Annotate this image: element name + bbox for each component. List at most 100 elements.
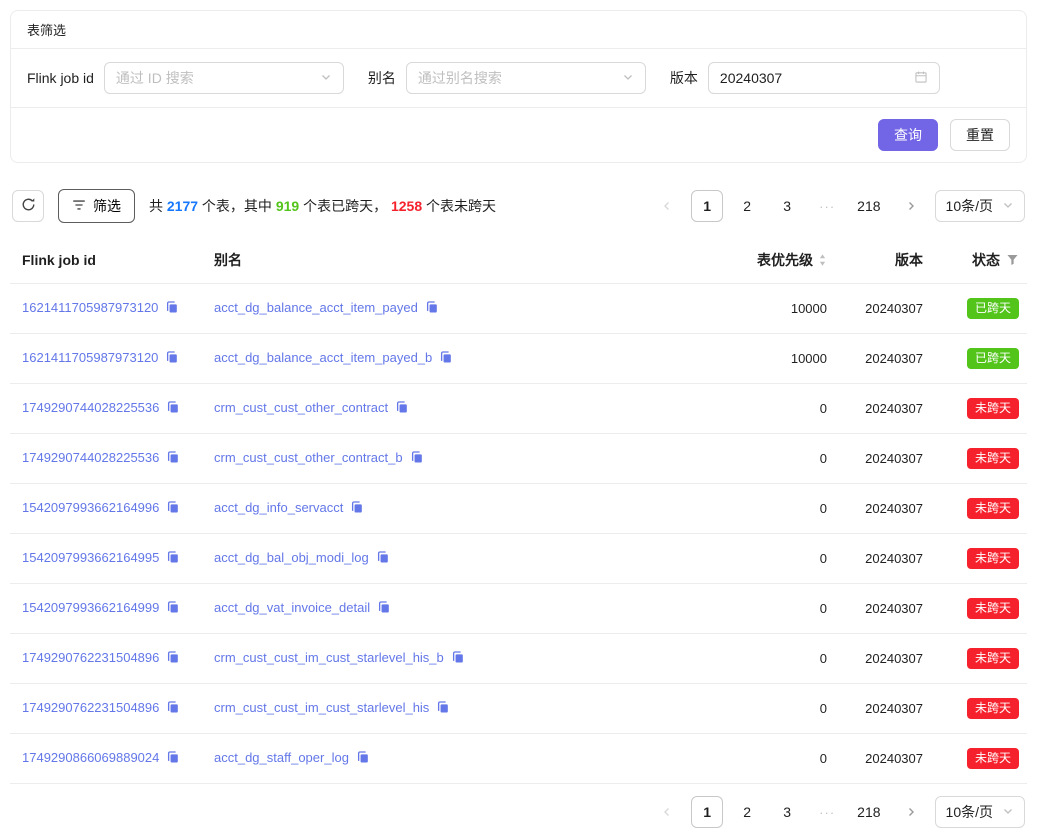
status-badge: 未跨天 — [967, 548, 1019, 569]
page-button-3[interactable]: 3 — [771, 796, 803, 828]
status-badge: 未跨天 — [967, 598, 1019, 619]
summary-text: 个表，其中 — [198, 198, 276, 214]
page-size-select[interactable]: 10条/页 — [935, 796, 1025, 828]
copy-icon[interactable] — [166, 650, 180, 667]
alias-link[interactable]: acct_dg_balance_acct_item_payed_b — [214, 350, 432, 365]
prev-page-button[interactable] — [651, 190, 683, 222]
table-row: 1542097993662164996 acct_dg_info_servacc… — [10, 484, 1027, 534]
alias-link[interactable]: acct_dg_staff_oper_log — [214, 750, 349, 765]
flink-job-id-link[interactable]: 1749290744028225536 — [22, 450, 159, 465]
page-button-2[interactable]: 2 — [731, 190, 763, 222]
copy-icon[interactable] — [356, 750, 370, 767]
search-button[interactable]: 查询 — [878, 119, 938, 151]
alias-link[interactable]: acct_dg_info_servacct — [214, 500, 343, 515]
copy-icon[interactable] — [166, 700, 180, 717]
status-badge: 未跨天 — [967, 698, 1019, 719]
alias-placeholder: 通过别名搜索 — [418, 68, 502, 88]
flink-job-id-link[interactable]: 1749290744028225536 — [22, 400, 159, 415]
copy-icon[interactable] — [395, 400, 409, 417]
page-ellipsis[interactable]: ··· — [811, 190, 843, 222]
alias-link[interactable]: crm_cust_cust_im_cust_starlevel_his — [214, 700, 429, 715]
flink-job-id-link[interactable]: 1621411705987973120 — [22, 300, 158, 315]
table-body: 1621411705987973120 acct_dg_balance_acct… — [10, 284, 1027, 784]
column-header-status[interactable]: 状态 — [931, 237, 1027, 284]
copy-icon[interactable] — [425, 300, 439, 317]
alias-link[interactable]: crm_cust_cust_other_contract_b — [214, 450, 403, 465]
copy-icon[interactable] — [436, 700, 450, 717]
chevron-down-icon — [622, 70, 634, 86]
bottom-pagination-row: 1 2 3 ··· 218 10条/页 — [12, 796, 1025, 828]
pagination-bottom: 1 2 3 ··· 218 10条/页 — [651, 796, 1025, 828]
flink-job-id-link[interactable]: 1749290762231504896 — [22, 700, 159, 715]
copy-icon[interactable] — [451, 650, 465, 667]
next-page-button[interactable] — [895, 796, 927, 828]
page-button-last[interactable]: 218 — [851, 190, 886, 222]
copy-icon[interactable] — [410, 450, 424, 467]
table-row: 1542097993662164995 acct_dg_bal_obj_modi… — [10, 534, 1027, 584]
flink-job-id-link[interactable]: 1621411705987973120 — [22, 350, 158, 365]
page-button-1[interactable]: 1 — [691, 190, 723, 222]
table-row: 1749290744028225536 crm_cust_cust_other_… — [10, 434, 1027, 484]
refresh-button[interactable] — [12, 190, 44, 222]
filter-button[interactable]: 筛选 — [58, 189, 135, 223]
copy-icon[interactable] — [350, 500, 364, 517]
version-value: 20240307 — [835, 734, 931, 784]
filter-card-title: 表筛选 — [11, 11, 1026, 49]
prev-page-button[interactable] — [651, 796, 683, 828]
copy-icon[interactable] — [377, 600, 391, 617]
status-badge: 未跨天 — [967, 448, 1019, 469]
copy-icon[interactable] — [166, 600, 180, 617]
flink-job-id-link[interactable]: 1542097993662164995 — [22, 550, 159, 565]
copy-icon[interactable] — [166, 750, 180, 767]
page-button-2[interactable]: 2 — [731, 796, 763, 828]
page-button-last[interactable]: 218 — [851, 796, 886, 828]
version-value: 20240307 — [835, 534, 931, 584]
status-badge: 已跨天 — [967, 348, 1019, 369]
flink-job-id-link[interactable]: 1749290762231504896 — [22, 650, 159, 665]
alias-label: 别名 — [368, 68, 396, 88]
copy-icon[interactable] — [165, 300, 179, 317]
flink-job-id-link[interactable]: 1749290866069889024 — [22, 750, 159, 765]
priority-value: 10000 — [687, 284, 835, 334]
copy-icon[interactable] — [165, 350, 179, 367]
filter-funnel-icon[interactable] — [1006, 253, 1019, 269]
copy-icon[interactable] — [166, 400, 180, 417]
alias-link[interactable]: crm_cust_cust_im_cust_starlevel_his_b — [214, 650, 444, 665]
page-button-1[interactable]: 1 — [691, 796, 723, 828]
alias-link[interactable]: acct_dg_bal_obj_modi_log — [214, 550, 369, 565]
status-badge: 未跨天 — [967, 498, 1019, 519]
copy-icon[interactable] — [376, 550, 390, 567]
page-size-select[interactable]: 10条/页 — [935, 190, 1025, 222]
priority-value: 0 — [687, 534, 835, 584]
chevron-down-icon — [320, 70, 332, 86]
alias-link[interactable]: acct_dg_vat_invoice_detail — [214, 600, 370, 615]
alias-select[interactable]: 通过别名搜索 — [406, 62, 646, 94]
table-header-row: Flink job id 别名 表优先级 版本 状态 — [10, 237, 1027, 284]
summary-text: 个表已跨天， — [299, 198, 391, 214]
page-button-3[interactable]: 3 — [771, 190, 803, 222]
column-header-version: 版本 — [835, 237, 931, 284]
version-date-value: 20240307 — [720, 70, 782, 86]
flink-job-id-link[interactable]: 1542097993662164996 — [22, 500, 159, 515]
column-header-priority[interactable]: 表优先级 — [687, 237, 835, 284]
summary-text: 共 — [149, 198, 167, 214]
sorter-icon[interactable] — [818, 253, 827, 270]
flink-job-id-link[interactable]: 1542097993662164999 — [22, 600, 159, 615]
version-value: 20240307 — [835, 284, 931, 334]
reset-button[interactable]: 重置 — [950, 119, 1010, 151]
flink-job-id-select[interactable]: 通过 ID 搜索 — [104, 62, 344, 94]
flink-job-id-placeholder: 通过 ID 搜索 — [116, 68, 194, 88]
priority-value: 0 — [687, 584, 835, 634]
copy-icon[interactable] — [166, 500, 180, 517]
copy-icon[interactable] — [166, 450, 180, 467]
copy-icon[interactable] — [439, 350, 453, 367]
version-date-picker[interactable]: 20240307 — [708, 62, 940, 94]
page-ellipsis[interactable]: ··· — [811, 796, 843, 828]
alias-link[interactable]: crm_cust_cust_other_contract — [214, 400, 388, 415]
status-header-label: 状态 — [972, 252, 1000, 268]
version-value: 20240307 — [835, 584, 931, 634]
next-page-button[interactable] — [895, 190, 927, 222]
copy-icon[interactable] — [166, 550, 180, 567]
page-size-label: 10条/页 — [946, 196, 993, 216]
alias-link[interactable]: acct_dg_balance_acct_item_payed — [214, 300, 418, 315]
